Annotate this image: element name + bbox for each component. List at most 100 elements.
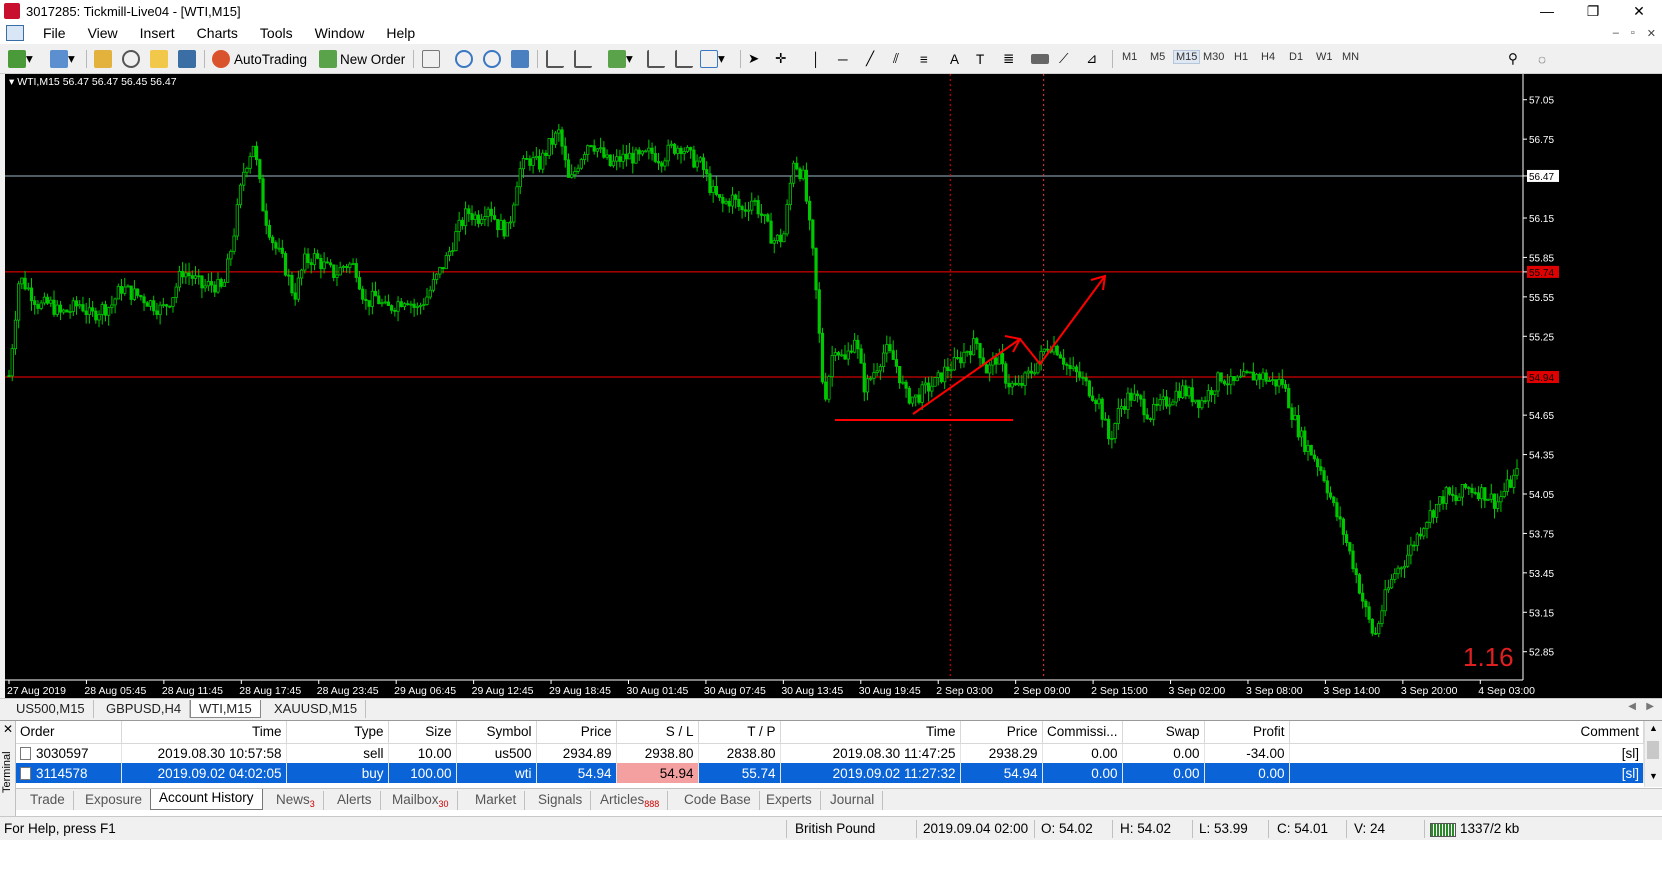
col-close-time[interactable]: Time xyxy=(780,721,961,744)
tab-scroll-right-icon[interactable]: ▶ xyxy=(1646,701,1654,712)
price-chart[interactable]: 57.05 56.75 56.47 56.15 55.85 55.74 55.55 55.25… xyxy=(5,74,1662,698)
autoscroll-icon[interactable] xyxy=(574,48,592,70)
period-icon[interactable] xyxy=(647,48,665,70)
col-close-price[interactable]: Price xyxy=(960,721,1043,744)
tf-mn[interactable]: MN xyxy=(1342,51,1359,63)
table-row[interactable]: 3030597 2019.08.30 10:57:58 sell 10.00 u… xyxy=(16,743,1644,763)
col-size[interactable]: Size xyxy=(388,721,457,744)
terminal-icon[interactable] xyxy=(178,48,196,70)
bar-chart-icon[interactable] xyxy=(422,48,440,70)
trendline-icon[interactable]: ╱ xyxy=(866,48,874,70)
scroll-up-icon[interactable]: ▲ xyxy=(1649,723,1658,733)
profiles-icon[interactable]: ▾ xyxy=(50,48,75,70)
candle-body xyxy=(1373,632,1378,635)
close-button[interactable]: ✕ xyxy=(1616,0,1662,22)
crosshair-icon[interactable]: ✛ xyxy=(775,48,786,70)
chart-shift-icon[interactable] xyxy=(546,48,564,70)
tf-m5[interactable]: M5 xyxy=(1150,51,1165,63)
tab-articles[interactable]: Articles888 xyxy=(592,791,669,810)
indicators-icon[interactable]: ▾ xyxy=(608,48,633,70)
tab-experts[interactable]: Experts xyxy=(758,791,821,810)
tf-d1[interactable]: D1 xyxy=(1289,51,1303,63)
chart-tab-wti[interactable]: WTI,M15 xyxy=(190,700,261,718)
rectangle-icon[interactable] xyxy=(1031,48,1049,70)
col-commission[interactable]: Commissi... xyxy=(1042,721,1123,744)
templates-icon[interactable] xyxy=(675,48,693,70)
fibo-fan-icon[interactable]: ≣ xyxy=(1003,48,1014,70)
col-sl[interactable]: S / L xyxy=(616,721,699,744)
menu-window[interactable]: Window xyxy=(304,25,376,41)
chart-canvas[interactable]: 57.05 56.75 56.47 56.15 55.85 55.74 55.55 55.25… xyxy=(5,74,1662,698)
gann-icon[interactable]: ⊿ xyxy=(1086,48,1097,70)
menu-file[interactable]: File xyxy=(32,25,77,41)
col-time[interactable]: Time xyxy=(121,721,287,744)
tab-trade[interactable]: Trade xyxy=(22,791,74,810)
tab-scroll-left-icon[interactable]: ◀ xyxy=(1628,701,1636,712)
menu-tools[interactable]: Tools xyxy=(249,25,304,41)
col-price[interactable]: Price xyxy=(536,721,617,744)
status-profile[interactable]: British Pound xyxy=(795,821,875,836)
minimize-button[interactable]: — xyxy=(1524,0,1570,22)
vertical-line-icon[interactable]: │ xyxy=(812,48,820,70)
tab-signals[interactable]: Signals xyxy=(530,791,592,810)
mdi-restore-icon[interactable]: ▫ xyxy=(1631,27,1635,40)
new-chart-icon[interactable]: ▾ xyxy=(8,48,33,70)
tf-m30[interactable]: M30 xyxy=(1203,51,1224,63)
table-row-selected[interactable]: 3114578 2019.09.02 04:02:05 buy 100.00 w… xyxy=(16,763,1644,783)
menu-help[interactable]: Help xyxy=(375,25,426,41)
tab-journal[interactable]: Journal xyxy=(822,791,884,810)
navigator-icon[interactable] xyxy=(122,48,140,70)
col-swap[interactable]: Swap xyxy=(1122,721,1205,744)
market-watch-icon[interactable] xyxy=(94,48,112,70)
scroll-thumb[interactable] xyxy=(1647,741,1659,759)
chart-properties-icon[interactable]: ▾ xyxy=(700,48,725,70)
menu-view[interactable]: View xyxy=(77,25,129,41)
history-scrollbar[interactable]: ▲ ▼ xyxy=(1644,721,1662,787)
candle-body xyxy=(222,281,227,287)
chat-icon[interactable]: ◌ xyxy=(1538,48,1546,70)
restore-button[interactable]: ❐ xyxy=(1570,0,1616,22)
chart-tab-xauusd[interactable]: XAUUSD,M15 xyxy=(266,700,367,718)
col-profit[interactable]: Profit xyxy=(1204,721,1290,744)
scroll-down-icon[interactable]: ▼ xyxy=(1649,771,1658,781)
horizontal-line-icon[interactable]: ─ xyxy=(838,48,848,70)
tab-mailbox[interactable]: Mailbox30 xyxy=(384,791,458,810)
col-order[interactable]: Order xyxy=(16,721,122,744)
tf-h4[interactable]: H4 xyxy=(1261,51,1275,63)
tab-exposure[interactable]: Exposure xyxy=(77,791,152,810)
tf-m15[interactable]: M15 xyxy=(1172,50,1201,64)
zoom-out-icon[interactable] xyxy=(483,48,501,70)
tab-account-history[interactable]: Account History xyxy=(150,789,263,810)
fibonacci-icon[interactable]: ≡ xyxy=(920,48,928,70)
col-comment[interactable]: Comment xyxy=(1289,721,1644,744)
zoom-in-icon[interactable] xyxy=(455,48,473,70)
menu-insert[interactable]: Insert xyxy=(129,25,186,41)
tf-w1[interactable]: W1 xyxy=(1316,51,1333,63)
candle-body xyxy=(656,161,661,164)
search-icon[interactable]: ⚲ xyxy=(1508,48,1518,70)
cursor-icon[interactable]: ➤ xyxy=(748,48,759,70)
tf-h1[interactable]: H1 xyxy=(1234,51,1248,63)
col-tp[interactable]: T / P xyxy=(698,721,781,744)
tab-alerts[interactable]: Alerts xyxy=(329,791,381,810)
tab-market[interactable]: Market xyxy=(467,791,526,810)
col-type[interactable]: Type xyxy=(286,721,389,744)
mdi-minimize-icon[interactable]: – xyxy=(1613,27,1619,40)
tf-m1[interactable]: M1 xyxy=(1122,51,1137,63)
elliott-icon[interactable]: ⟋ xyxy=(1059,48,1068,70)
new-order-button[interactable]: New Order xyxy=(319,48,405,70)
tile-windows-icon[interactable] xyxy=(511,48,529,70)
tab-code-base[interactable]: Code Base xyxy=(676,791,760,810)
chart-tab-gbpusd[interactable]: GBPUSD,H4 xyxy=(98,700,191,718)
col-symbol[interactable]: Symbol xyxy=(456,721,537,744)
tab-news[interactable]: News3 xyxy=(268,791,324,810)
menu-charts[interactable]: Charts xyxy=(186,25,249,41)
autotrading-button[interactable]: AutoTrading xyxy=(212,48,307,70)
chart-window-icon[interactable] xyxy=(6,25,24,41)
text-label-icon[interactable]: T xyxy=(976,48,984,70)
favorites-icon[interactable] xyxy=(150,48,168,70)
channel-icon[interactable]: ⫽ xyxy=(893,48,899,70)
chart-tab-us500[interactable]: US500,M15 xyxy=(8,700,94,718)
mdi-close-icon[interactable]: ✕ xyxy=(1647,27,1656,40)
text-icon[interactable]: A xyxy=(950,48,959,70)
